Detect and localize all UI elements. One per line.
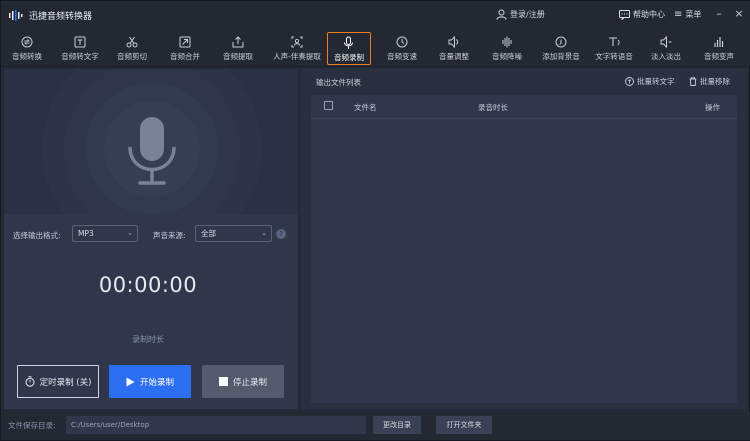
title-bar: 迅捷音频转换器 登录/注册 帮助中心 ≡ 菜单 – × [1,1,750,30]
text-convert-icon [625,77,634,86]
tab-audio-extract[interactable]: 音频提取 [215,32,261,65]
column-header-duration: 录音时长 [478,103,508,112]
vocal-extract-icon [291,36,303,48]
column-header-filename: 文件名 [354,103,377,112]
chevron-down-icon: ⌄ [261,229,267,237]
tab-fade-in-out[interactable]: 淡入淡出 [643,32,689,65]
save-dir-label: 文件保存目录: [8,421,56,430]
tab-label: 音频变速 [387,52,417,61]
mic-icon [344,36,353,49]
stopwatch-icon [25,376,35,387]
chevron-down-icon: ⌄ [127,229,133,237]
chat-help-icon [619,9,630,20]
user-icon [496,9,507,20]
feature-toolbar: 音频转换 音频转文字 音频剪切 音频合并 音频提取 人声-伴奏提取 音频录制 音… [1,30,750,67]
tab-audio-speed[interactable]: 音频变速 [379,32,425,65]
menu-button[interactable]: ≡ 菜单 [674,9,701,20]
scissors-icon [126,36,138,48]
background-music-icon [555,36,567,48]
output-list-title: 输出文件列表 [316,78,361,87]
volume-icon [448,35,459,49]
tab-label: 音频转换 [12,52,42,61]
format-value: MP3 [78,229,94,238]
source-value: 全部 [201,229,216,238]
batch-remove-label: 批量移除 [700,77,730,86]
tab-label: 文字转语音 [595,52,633,61]
tab-label: 人声-伴奏提取 [273,52,321,61]
login-label: 登录/注册 [510,10,545,19]
start-record-button[interactable]: 开始录制 [109,365,191,398]
tab-add-background-music[interactable]: 添加背景音 [536,32,586,65]
footer-bar: 文件保存目录: 更改目录 打开文件夹 [1,412,750,440]
text-to-speech-icon [609,37,620,46]
tab-label: 音频合并 [170,52,200,61]
extract-icon [232,36,244,48]
denoise-icon [502,36,512,48]
start-record-label: 开始录制 [139,377,174,388]
play-icon [126,377,135,386]
change-dir-button[interactable]: 更改目录 [373,416,421,434]
source-select[interactable]: 全部 ⌄ [195,225,272,242]
tab-label: 音频录制 [334,53,364,62]
batch-to-text-label: 批量转文字 [637,77,675,86]
tab-audio-denoise[interactable]: 音频降噪 [484,32,530,65]
tab-label: 音频提取 [223,52,253,61]
app-window: 迅捷音频转换器 登录/注册 帮助中心 ≡ 菜单 – × 音频转换 音频转文字 音… [0,0,750,441]
tab-label: 音量调整 [439,52,469,61]
speed-icon [396,36,408,48]
save-path-input[interactable] [66,416,366,434]
help-center-label: 帮助中心 [633,10,665,19]
app-logo-icon [9,10,23,21]
hamburger-icon: ≡ [674,9,683,20]
source-label: 声音来源: [153,231,186,240]
fade-icon [660,35,672,49]
column-header-actions: 操作 [705,103,720,112]
stop-record-button[interactable]: 停止录制 [202,365,284,398]
output-panel: 输出文件列表 批量转文字 批量移除 文件名 录音时长 操作 [301,69,747,409]
tab-label: 音频变声 [704,52,734,61]
output-file-table: 文件名 录音时长 操作 [311,95,737,403]
mic-visual [4,69,298,214]
tab-text-to-speech[interactable]: 文字转语音 [589,32,639,65]
record-timer-label: 录制时长 [132,335,164,344]
login-button[interactable]: 登录/注册 [496,9,545,20]
tab-audio-record[interactable]: 音频录制 [327,32,371,65]
trash-icon [689,77,697,86]
menu-label: 菜单 [685,10,702,19]
format-select[interactable]: MP3 ⌄ [72,225,138,242]
table-header: 文件名 录音时长 操作 [311,95,737,119]
tab-label: 音频降噪 [492,52,522,61]
audio-to-text-icon [74,36,86,48]
format-label: 选择输出格式: [13,231,61,240]
tab-audio-merge[interactable]: 音频合并 [162,32,208,65]
scheduled-record-button[interactable]: 定时录制 (关) [17,365,99,398]
stop-record-label: 停止录制 [232,377,267,388]
tab-audio-convert[interactable]: 音频转换 [4,32,50,65]
close-button[interactable]: × [732,7,746,21]
help-center-button[interactable]: 帮助中心 [619,9,665,20]
tab-label: 音频转文字 [61,52,99,61]
record-timer: 00:00:00 [98,273,198,297]
tab-volume-adjust[interactable]: 音量调整 [431,32,477,65]
tab-label: 音频剪切 [117,52,147,61]
tab-label: 淡入淡出 [651,52,681,61]
app-title: 迅捷音频转换器 [29,12,93,22]
voice-change-icon [714,37,724,47]
tab-label: 添加背景音 [542,52,580,61]
tab-vocal-extract[interactable]: 人声-伴奏提取 [267,32,327,65]
stop-icon [218,377,228,386]
help-question-icon[interactable]: ? [276,229,286,239]
select-all-checkbox[interactable] [324,101,333,110]
batch-remove-button[interactable]: 批量移除 [689,76,730,87]
scheduled-record-label: 定时录制 (关) [39,377,92,388]
tab-audio-to-text[interactable]: 音频转文字 [54,32,106,65]
convert-icon [21,36,33,48]
merge-icon [179,36,191,48]
batch-to-text-button[interactable]: 批量转文字 [625,76,675,87]
microphone-illustration-icon [42,69,262,214]
tab-voice-change[interactable]: 音频变声 [696,32,742,65]
open-folder-button[interactable]: 打开文件夹 [436,416,492,434]
minimize-button[interactable]: – [712,7,726,21]
tab-audio-cut[interactable]: 音频剪切 [109,32,155,65]
